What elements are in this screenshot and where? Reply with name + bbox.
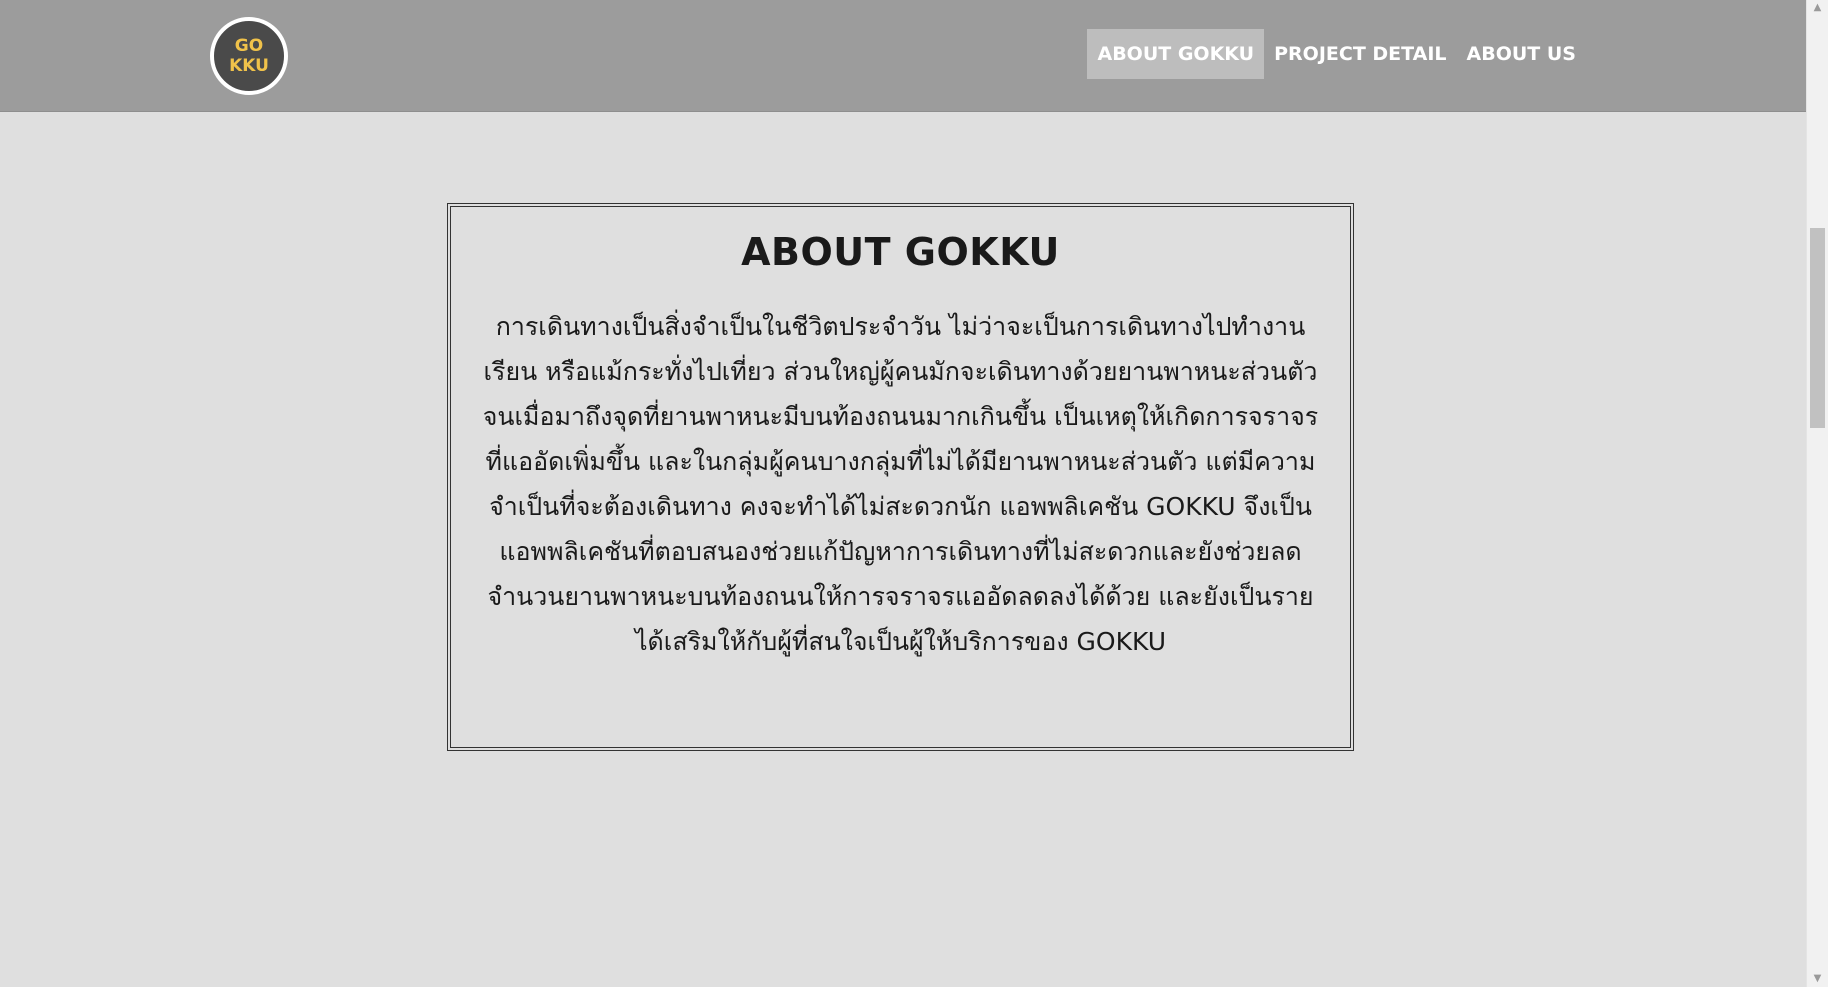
page: GO KKU ABOUT GOKKU PROJECT DETAIL ABOUT …: [0, 0, 1828, 987]
vertical-scrollbar[interactable]: ▲ ▼: [1806, 0, 1828, 987]
scrollbar-thumb[interactable]: [1810, 228, 1825, 428]
nav-about-gokku[interactable]: ABOUT GOKKU: [1087, 29, 1265, 79]
logo-text-line1: GO: [234, 36, 264, 56]
main-nav: ABOUT GOKKU PROJECT DETAIL ABOUT US: [1087, 29, 1586, 79]
scroll-down-arrow-icon[interactable]: ▼: [1807, 971, 1828, 987]
nav-project-detail[interactable]: PROJECT DETAIL: [1264, 29, 1456, 79]
logo[interactable]: GO KKU: [210, 17, 288, 95]
page-title: ABOUT GOKKU: [741, 230, 1060, 274]
logo-text-line2: KKU: [229, 56, 269, 76]
nav-about-us[interactable]: ABOUT US: [1457, 29, 1586, 79]
scroll-up-arrow-icon[interactable]: ▲: [1807, 0, 1828, 16]
about-card: ABOUT GOKKU การเดินทางเป็นสิ่งจำเป็นในชี…: [447, 203, 1354, 751]
navbar: GO KKU ABOUT GOKKU PROJECT DETAIL ABOUT …: [0, 0, 1806, 112]
about-description: การเดินทางเป็นสิ่งจำเป็นในชีวิตประจำวัน …: [482, 312, 1319, 656]
